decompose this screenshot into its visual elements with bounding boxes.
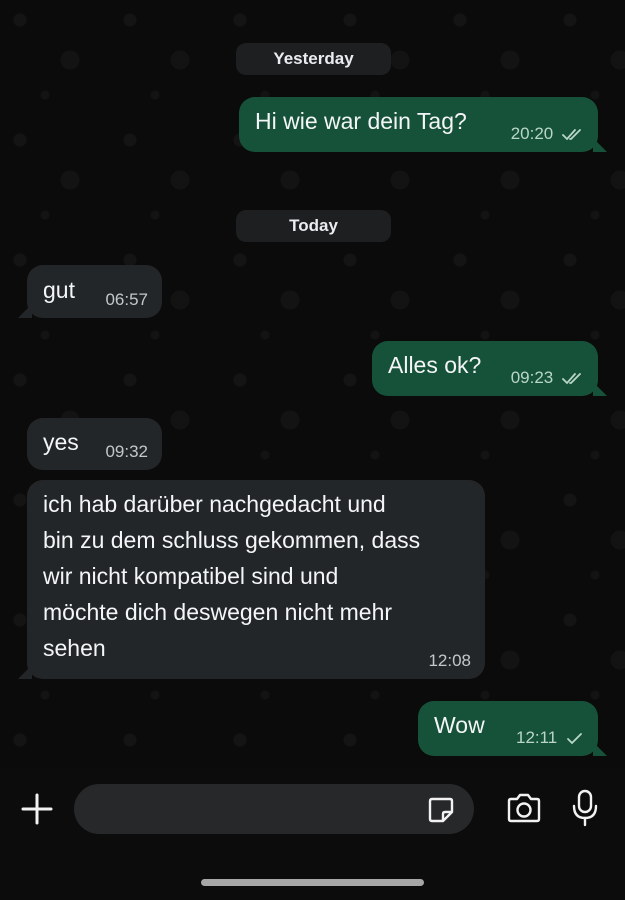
message-incoming[interactable]: gut 06:57: [18, 265, 162, 318]
message-text-line: wir nicht kompatibel sind und: [43, 563, 339, 589]
message-meta: 09:32: [105, 442, 148, 462]
message-text-line: ich hab darüber nachgedacht und: [43, 491, 386, 517]
message-meta: 12:11: [516, 728, 584, 748]
message-text-line: sehen: [43, 635, 106, 661]
microphone-icon[interactable]: [570, 788, 600, 828]
plus-icon[interactable]: [20, 792, 54, 826]
message-text-line: bin zu dem schluss gekommen, dass: [43, 527, 421, 553]
message-text: Alles ok?: [388, 352, 482, 378]
single-check-icon: [567, 733, 582, 745]
camera-icon[interactable]: [505, 792, 543, 824]
message-outgoing[interactable]: Alles ok? 09:23: [372, 341, 607, 396]
double-check-icon: [562, 129, 581, 141]
message-text: Wow: [434, 712, 485, 738]
message-meta: 06:57: [105, 290, 148, 310]
message-time: 09:23: [510, 368, 554, 387]
sticker-icon[interactable]: [426, 795, 456, 825]
message-meta: 09:23: [511, 368, 584, 388]
date-separator-label: Yesterday: [273, 49, 354, 68]
message-incoming[interactable]: ich hab darüber nachgedacht und bin zu d…: [18, 480, 485, 679]
message-outgoing[interactable]: Hi wie war dein Tag? 20:20: [239, 97, 607, 152]
message-text: Hi wie war dein Tag?: [255, 108, 467, 134]
message-text: ich hab darüber nachgedacht und bin zu d…: [43, 486, 420, 666]
message-outgoing[interactable]: Wow 12:11: [418, 701, 607, 756]
message-input[interactable]: [74, 784, 474, 834]
message-time: 09:32: [105, 442, 148, 461]
message-meta: 12:08: [428, 651, 471, 671]
date-separator-label: Today: [289, 216, 338, 235]
message-time: 06:57: [105, 290, 148, 309]
double-check-icon: [562, 373, 581, 385]
message-text: yes: [43, 429, 79, 455]
message-time: 12:11: [515, 728, 558, 747]
message-text-line: möchte dich deswegen nicht mehr: [43, 599, 393, 625]
message-time: 12:08: [428, 651, 471, 670]
message-text: gut: [43, 277, 75, 303]
date-separator-yesterday: Yesterday: [236, 43, 391, 75]
home-indicator[interactable]: [201, 879, 424, 886]
chat-area[interactable]: Yesterday Hi wie war dein Tag? 20:20 Tod…: [0, 0, 625, 768]
message-time: 20:20: [510, 124, 554, 143]
message-meta: 20:20: [511, 124, 584, 144]
message-incoming[interactable]: yes 09:32: [27, 418, 162, 470]
date-separator-today: Today: [236, 210, 391, 242]
composer-bar: [0, 768, 625, 900]
